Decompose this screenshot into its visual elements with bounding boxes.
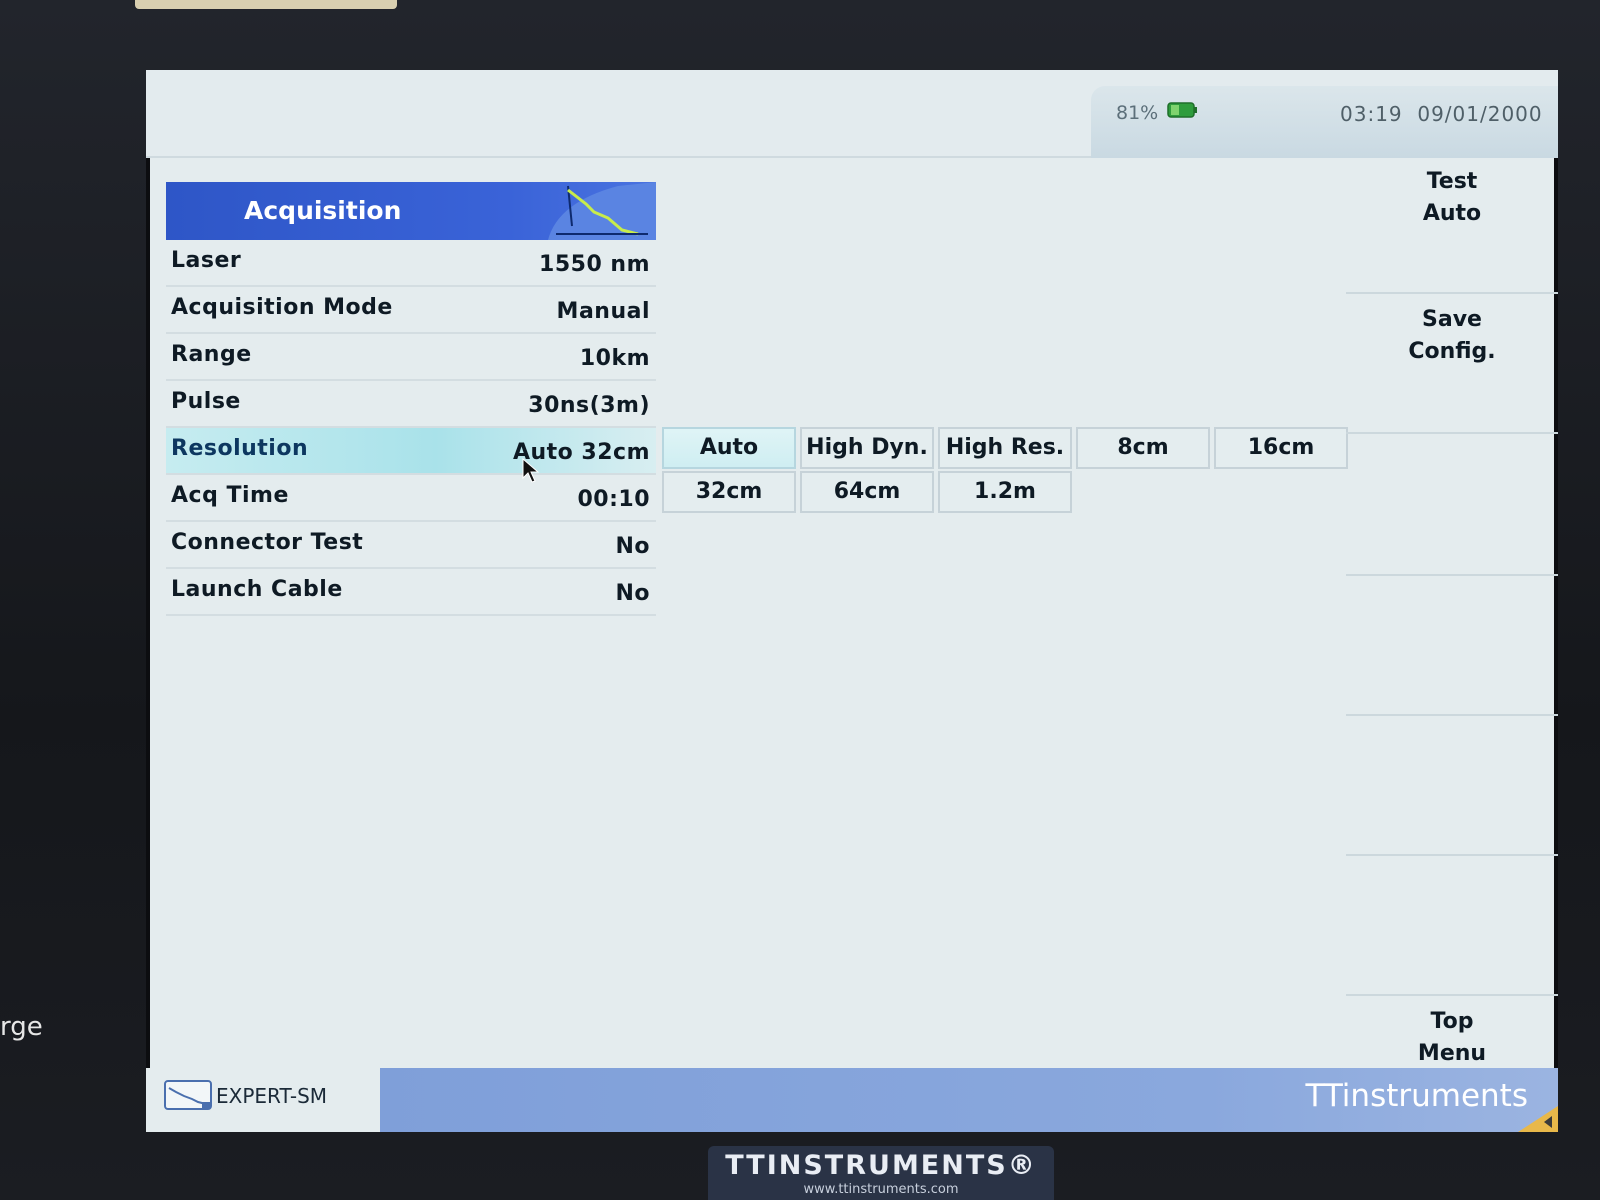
resolution-option-1-2m[interactable]: 1.2m [938, 471, 1072, 513]
top-menu-button[interactable]: Top Menu [1346, 996, 1558, 1070]
setting-value: 1550 nm [539, 252, 650, 277]
acquisition-panel: Acquisition Laser 1550 nm Acquisition Mo… [166, 182, 656, 616]
bezel-sticker [135, 0, 397, 9]
softkey-line: Auto [1422, 201, 1482, 226]
test-auto-button[interactable]: Test Auto [1346, 156, 1558, 294]
softkey-line: Menu [1417, 1041, 1487, 1066]
setting-label: Connector Test [171, 530, 364, 555]
softkey-line: Config. [1408, 339, 1496, 364]
device-screen: 81% 03:19 09/01/2000 Acquisition Laser 1… [146, 70, 1558, 1132]
corner-arrow-icon [1518, 1106, 1558, 1132]
softkey-empty-6[interactable] [1346, 856, 1558, 996]
battery-percent: 81% [1116, 102, 1159, 124]
setting-label: Acquisition Mode [171, 295, 393, 320]
setting-label: Acq Time [171, 483, 289, 508]
device-logo: TTINSTRUMENTS® www.ttinstruments.com [708, 1146, 1054, 1200]
clock-date: 09/01/2000 [1417, 102, 1543, 126]
softkey-column: Test Auto Save Config. Top Menu [1346, 156, 1558, 1071]
device-logo-url: www.ttinstruments.com [803, 1182, 959, 1197]
setting-row-acquisition-mode[interactable]: Acquisition Mode Manual [166, 287, 656, 334]
setting-row-acq-time[interactable]: Acq Time 00:10 [166, 475, 656, 522]
clock-time: 03:19 [1340, 102, 1403, 126]
resolution-option-64cm[interactable]: 64cm [800, 471, 934, 513]
setting-value: 10km [579, 346, 650, 371]
resolution-option-16cm[interactable]: 16cm [1214, 427, 1348, 469]
resolution-option-32cm[interactable]: 32cm [662, 471, 796, 513]
clock: 03:19 09/01/2000 [1340, 102, 1543, 126]
softkey-line: Save [1422, 307, 1482, 332]
setting-value: No [615, 581, 650, 606]
mode-indicator[interactable]: EXPERT-SM [146, 1068, 380, 1132]
mode-label: EXPERT-SM [216, 1084, 328, 1108]
softkey-line: Test [1426, 169, 1478, 194]
bottom-bar: EXPERT-SM TTinstruments [146, 1068, 1558, 1132]
acquisition-title: Acquisition [244, 196, 402, 225]
resolution-option-high-dyn[interactable]: High Dyn. [800, 427, 934, 469]
brand-bar: TTinstruments [380, 1068, 1558, 1132]
setting-label: Laser [171, 248, 242, 273]
setting-row-pulse[interactable]: Pulse 30ns(3m) [166, 381, 656, 428]
acquisition-header: Acquisition [166, 182, 656, 240]
resolution-option-8cm[interactable]: 8cm [1076, 427, 1210, 469]
setting-value: No [615, 534, 650, 559]
battery-icon [1167, 102, 1197, 118]
save-config-button[interactable]: Save Config. [1346, 296, 1558, 434]
setting-row-connector-test[interactable]: Connector Test No [166, 522, 656, 569]
setting-row-laser[interactable]: Laser 1550 nm [166, 240, 656, 287]
resolution-option-high-res[interactable]: High Res. [938, 427, 1072, 469]
setting-label: Pulse [171, 389, 241, 414]
softkey-empty-4[interactable] [1346, 576, 1558, 716]
setting-row-launch-cable[interactable]: Launch Cable No [166, 569, 656, 616]
setting-row-range[interactable]: Range 10km [166, 334, 656, 381]
resolution-option-auto[interactable]: Auto [662, 427, 796, 469]
softkey-line: Top [1430, 1009, 1474, 1034]
otdr-trace-icon [164, 1080, 212, 1110]
brand-name: TTinstruments [1305, 1078, 1528, 1114]
setting-value: 30ns(3m) [528, 393, 650, 418]
softkey-empty-5[interactable] [1346, 716, 1558, 856]
otdr-graph-icon [548, 182, 656, 240]
setting-value: Manual [556, 299, 650, 324]
setting-row-resolution[interactable]: Resolution Auto 32cm [166, 428, 656, 483]
device-logo-name: TTINSTRUMENTS® [725, 1150, 1037, 1181]
status-bar: 81% 03:19 09/01/2000 [146, 70, 1558, 158]
setting-label: Resolution [171, 436, 309, 461]
softkey-empty-3[interactable] [1346, 436, 1558, 576]
setting-label: Launch Cable [171, 577, 343, 602]
bezel-side-label: rge [0, 1012, 43, 1042]
setting-label: Range [171, 342, 252, 367]
setting-value: 00:10 [577, 487, 650, 512]
